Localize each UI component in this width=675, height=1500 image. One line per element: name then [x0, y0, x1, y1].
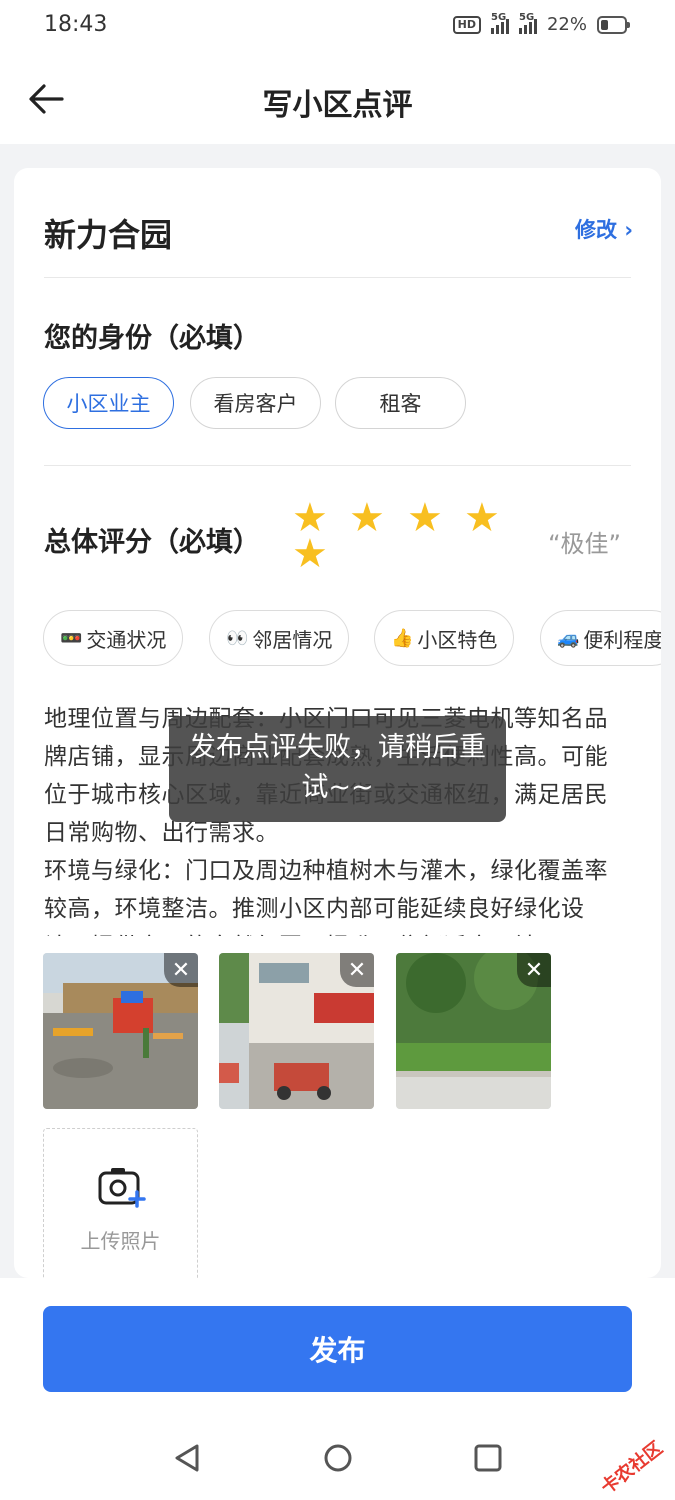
signal-icon-2: 5G	[518, 12, 537, 34]
edit-label: 修改	[575, 218, 618, 242]
system-navigation-bar	[0, 1420, 675, 1500]
battery-icon	[597, 15, 630, 34]
camera-add-icon	[98, 1168, 146, 1208]
photo-thumbnail-1[interactable]: ✕	[43, 953, 198, 1109]
square-recents-icon	[474, 1444, 502, 1472]
rating-title: 总体评分（必填）	[44, 527, 260, 558]
remove-photo-button[interactable]: ✕	[164, 953, 198, 987]
review-paragraph-2: 环境与绿化：门口及周边种植树木与灌木，绿化覆盖率较高，环境整洁。推测小区内部可能…	[44, 858, 608, 936]
battery-percent: 22%	[546, 14, 587, 35]
circle-home-icon	[324, 1444, 352, 1472]
tag-features[interactable]: 👍 小区特色	[374, 610, 515, 666]
upload-photo-label: 上传照片	[80, 1229, 161, 1253]
network-type-1: 5G	[490, 11, 507, 23]
edit-community-button[interactable]: 修改 ›	[575, 214, 633, 244]
nav-back-button[interactable]	[165, 1436, 209, 1480]
nav-recents-button[interactable]	[466, 1436, 510, 1480]
tag-neighbors[interactable]: 👀 邻居情况	[209, 610, 350, 666]
network-type-2: 5G	[518, 11, 535, 23]
hd-icon: HD	[452, 15, 481, 34]
rating-text: “极佳”	[548, 530, 621, 558]
star-icon-3[interactable]: ★	[407, 498, 443, 538]
car-icon: 🚙	[557, 627, 580, 649]
publish-button[interactable]: 发布	[43, 1306, 632, 1392]
page-title: 写小区点评	[262, 88, 413, 123]
star-icon-4[interactable]: ★	[464, 498, 500, 538]
star-icon-5[interactable]: ★	[292, 534, 328, 574]
chevron-right-icon: ›	[617, 218, 633, 242]
identity-option-tenant[interactable]: 租客	[335, 377, 466, 429]
top-app-bar: 写小区点评	[0, 56, 675, 144]
tag-label: 便利程度	[583, 627, 661, 652]
remove-photo-button[interactable]: ✕	[517, 953, 551, 987]
identity-title: 您的身份（必填）	[44, 323, 260, 354]
triangle-back-icon	[175, 1444, 199, 1472]
photo-thumbnail-3[interactable]: ✕	[396, 953, 551, 1109]
signal-icon-1: 5G	[490, 12, 509, 34]
identity-option-owner[interactable]: 小区业主	[43, 377, 174, 429]
tag-convenience[interactable]: 🚙 便利程度	[540, 610, 661, 666]
upload-photo-button[interactable]: 上传照片	[43, 1128, 198, 1278]
tag-label: 邻居情况	[252, 627, 333, 652]
tag-traffic[interactable]: 🚥 交通状况	[43, 610, 184, 666]
remove-photo-button[interactable]: ✕	[340, 953, 374, 987]
tag-label: 小区特色	[417, 627, 498, 652]
nav-home-button[interactable]	[316, 1436, 360, 1480]
eyes-icon: 👀	[226, 627, 249, 649]
tag-label: 交通状况	[86, 627, 167, 652]
photo-thumbnail-2[interactable]: ✕	[219, 953, 374, 1109]
error-toast: 发布点评失败，请稍后重试~~	[169, 716, 506, 822]
status-bar: 18:43 HD 5G 5G 22%	[0, 0, 675, 56]
divider	[44, 277, 631, 278]
star-icon-2[interactable]: ★	[349, 498, 385, 538]
divider	[44, 465, 631, 466]
status-time: 18:43	[44, 12, 108, 37]
status-icons: HD 5G 5G 22%	[452, 12, 630, 35]
thumbs-up-icon: 👍	[391, 627, 414, 649]
community-name: 新力合园	[44, 216, 173, 254]
identity-option-buyer[interactable]: 看房客户	[190, 377, 321, 429]
traffic-light-icon: 🚥	[60, 627, 83, 649]
